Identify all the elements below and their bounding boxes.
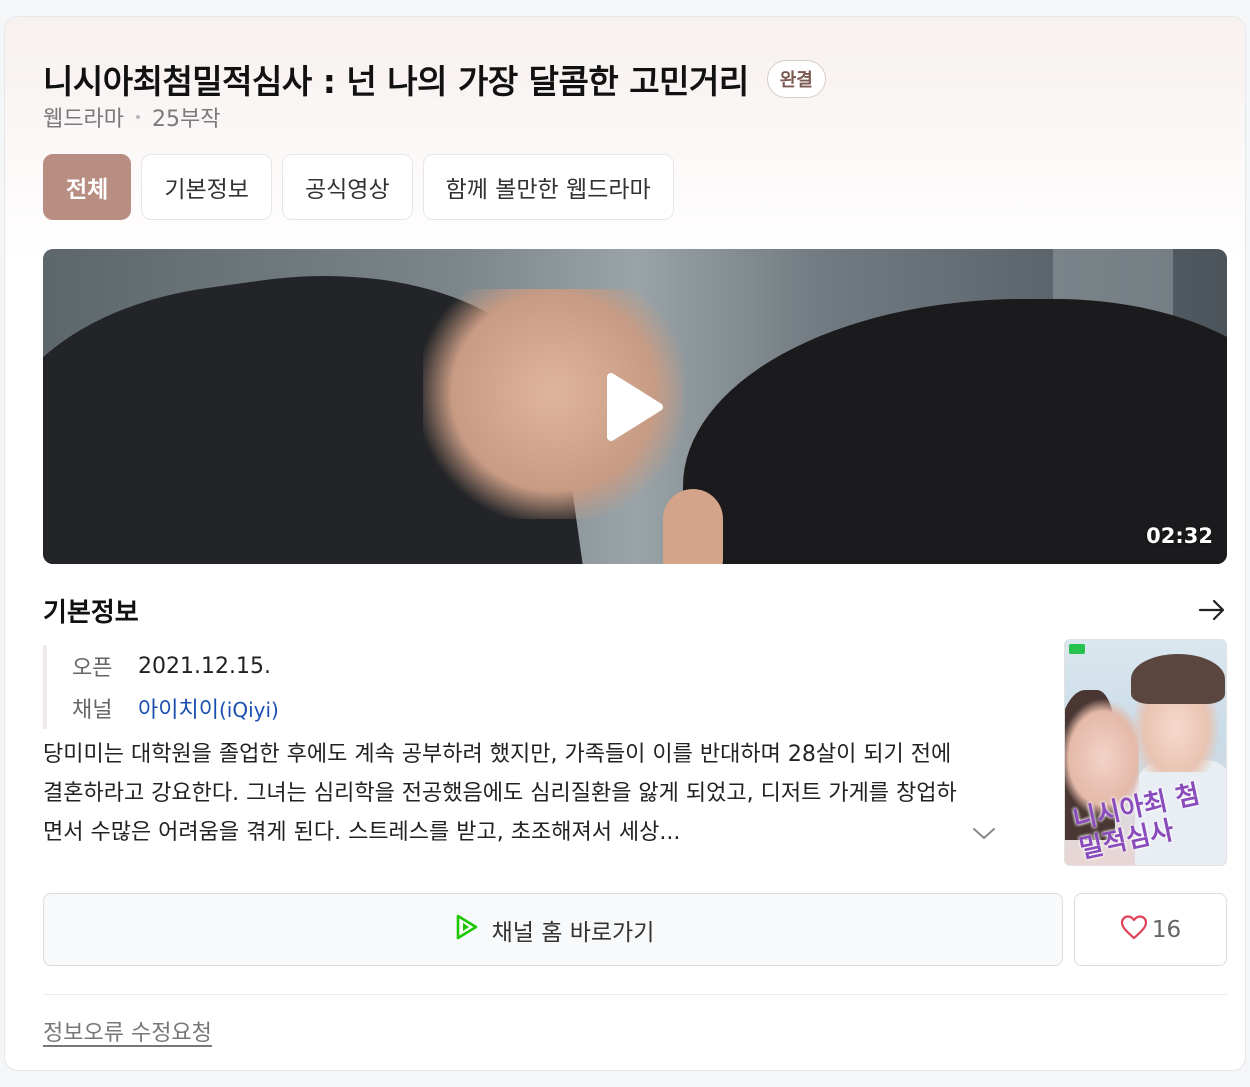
tab-basic-info[interactable]: 기본정보 [141,154,272,220]
video-player[interactable]: 02:32 [43,249,1227,564]
page-title: 니시아최첨밀적심사 : 넌 나의 가장 달콤한 고민거리 [43,62,749,101]
open-label: 오픈 [72,656,113,681]
chevron-down-icon[interactable] [971,821,997,847]
tab-all[interactable]: 전체 [43,154,132,220]
channel-label: 채널 [72,698,113,723]
section-title-basic-info: 기본정보 [43,598,139,628]
video-scene-hand [663,489,723,564]
genre-label: 웹드라마 [43,107,124,132]
divider [43,994,1227,995]
open-date: 2021.12.15. [138,653,271,679]
heart-icon [1120,914,1148,946]
status-badge: 완결 [766,60,826,98]
channel-home-label: 채널 홈 바로가기 [491,919,655,946]
info-block: 오픈 2021.12.15. 채널 아이치이(iQiyi) [43,645,1003,729]
tab-bar: 전체 기본정보 공식영상 함께 볼만한 웹드라마 [43,154,674,220]
episode-count: 25부작 [151,107,221,132]
channel-home-button[interactable]: 채널 홈 바로가기 [43,893,1063,966]
video-duration: 02:32 [1146,524,1213,548]
info-rows: 오픈 2021.12.15. 채널 아이치이(iQiyi) [43,645,1003,729]
title-row: 니시아최첨밀적심사 : 넌 나의 가장 달콤한 고민거리 완결 [43,55,826,103]
subtitle: 웹드라마 25부작 [43,101,220,133]
info-row-open: 오픈 2021.12.15. [72,645,1003,687]
arrow-right-icon[interactable] [1197,595,1227,625]
report-error-link[interactable]: 정보오류 수정요청 [43,1015,212,1047]
separator-dot [135,115,140,119]
like-count: 16 [1151,916,1182,943]
poster-hair-right [1131,654,1225,704]
play-icon[interactable] [593,367,673,447]
like-button[interactable]: 16 [1074,893,1227,966]
content-card: 니시아최첨밀적심사 : 넌 나의 가장 달콤한 고민거리 완결 웹드라마 25부… [4,16,1246,1071]
tab-official-video[interactable]: 공식영상 [281,154,413,220]
channel-link[interactable]: 아이치이(iQiyi) [138,692,279,724]
channel-name-en: (iQiyi) [218,698,279,722]
synopsis: 당미미는 대학원을 졸업한 후에도 계속 공부하려 했지만, 가족들이 이를 반… [43,742,957,845]
info-row-channel: 채널 아이치이(iQiyi) [72,687,1003,729]
poster-image[interactable]: 니시아최 첨밀적심사 [1064,639,1227,866]
iqiyi-logo-icon [1069,644,1085,654]
play-outline-icon [452,913,480,947]
tab-related-dramas[interactable]: 함께 볼만한 웹드라마 [422,154,674,220]
channel-name: 아이치이 [138,698,219,723]
